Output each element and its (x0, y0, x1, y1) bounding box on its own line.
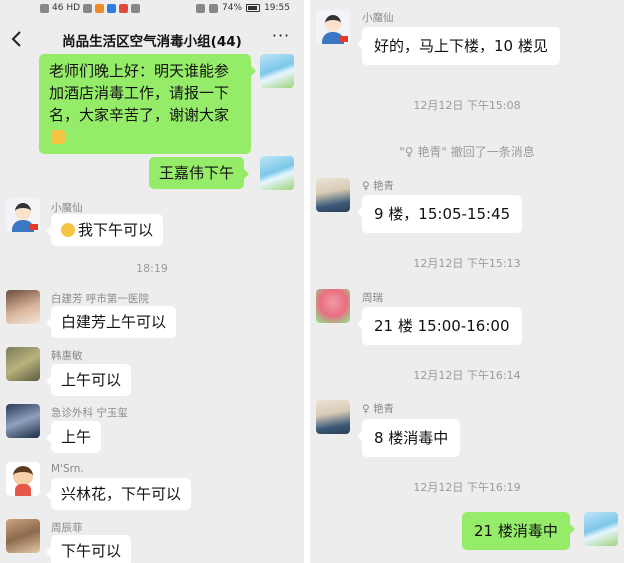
avatar-ningyuxi[interactable] (6, 404, 40, 438)
message-bubble-incoming[interactable]: 好的，马上下楼，10 楼见 (357, 27, 560, 65)
timestamp: 18:19 (136, 262, 168, 275)
avatar-self[interactable] (260, 54, 294, 88)
message-bubble-incoming[interactable]: 上午可以 (45, 364, 132, 396)
sender-name: ♀ 艳青 (362, 180, 395, 192)
avatar-zhouchenfei[interactable] (6, 519, 40, 553)
chevron-left-icon[interactable] (6, 27, 28, 51)
message-bubble-incoming[interactable]: 21 楼 15:00-16:00 (357, 307, 522, 345)
app-notification-icon (107, 3, 117, 13)
message-bubble-incoming[interactable]: 兴林花，下午可以 (45, 478, 192, 510)
message-text: 老师们晚上好：明天谁能参加酒店消毒工作，请报一下名，大家辛苦了，谢谢大家 (49, 62, 230, 124)
avatar-msrn[interactable] (6, 462, 40, 496)
message-bubble-incoming[interactable]: 8 楼消毒中 (356, 419, 461, 457)
sender-name: 韩惠敏 (51, 350, 83, 362)
clock: 19:55 (264, 3, 290, 13)
signal-icon (40, 3, 49, 13)
sender-name: 周辰菲 (51, 522, 83, 534)
message-bubble-incoming[interactable]: 上午 (45, 421, 102, 453)
more-dots-icon[interactable]: ··· (268, 26, 294, 50)
message-bubble-incoming[interactable]: 下午可以 (45, 535, 132, 563)
sender-name: M'Srn. (51, 463, 84, 475)
wifi-icon (83, 3, 93, 13)
eye-icon (196, 3, 206, 13)
message-bubble-outgoing[interactable]: 21 楼消毒中 (462, 512, 575, 550)
timestamp: 12月12日 下午16:19 (413, 481, 521, 494)
sender-name: 白建芳 呼市第一医院 (51, 293, 149, 305)
recall-notice: "♀ 艳青" 撤回了一条消息 (399, 145, 535, 159)
message-text: 我下午可以 (78, 221, 154, 239)
battery-percent: 74% (222, 3, 243, 13)
timestamp: 12月12日 下午15:13 (413, 257, 521, 270)
battery-icon (246, 4, 261, 12)
chat-header: 尚品生活区空气消毒小组(44) ··· (0, 22, 304, 56)
avatar-zhourui[interactable] (316, 289, 350, 323)
nfc-icon (209, 3, 219, 13)
message-bubble-outgoing[interactable]: 老师们晚上好：明天谁能参加酒店消毒工作，请报一下名，大家辛苦了，谢谢大家 (39, 54, 256, 154)
pray-emoji-icon (51, 130, 65, 144)
status-left-icons: 46 HD (40, 3, 141, 13)
message-bubble-incoming[interactable]: 白建芳上午可以 (45, 306, 177, 338)
avatar-xiaomoxian[interactable] (6, 198, 40, 232)
timestamp: 12月12日 下午16:14 (413, 369, 521, 382)
sender-name: 急诊外科 宁玉玺 (51, 407, 128, 419)
avatar-hanhuimin[interactable] (6, 347, 40, 381)
mail-icon (131, 3, 141, 13)
chat-title: 尚品生活区空气消毒小组(44) (62, 34, 242, 50)
avatar-yanqing[interactable] (316, 178, 350, 212)
status-right-icons: 74% 19:55 (196, 3, 290, 13)
carrier-label: 46 HD (52, 3, 81, 13)
smile-emoji-icon (61, 223, 75, 237)
message-bubble-incoming[interactable]: 我下午可以 (45, 214, 164, 246)
avatar-self[interactable] (260, 156, 294, 190)
message-bubble-outgoing[interactable]: 王嘉伟下午 (149, 157, 250, 189)
sender-name: 小魔仙 (362, 12, 394, 24)
avatar-xiaomoxian[interactable] (316, 10, 350, 44)
sender-name: 周瑞 (362, 292, 383, 304)
message-bubble-incoming[interactable]: 9 楼，15:05-15:45 (356, 195, 523, 233)
sender-name: ♀ 艳青 (362, 403, 395, 415)
app-notification-icon (119, 3, 129, 13)
avatar-self[interactable] (584, 512, 618, 546)
chat-screen-right: 小魔仙 好的，马上下楼，10 楼见 12月12日 下午15:08 "♀ 艳青" … (310, 0, 624, 563)
sender-name: 小魔仙 (51, 202, 83, 214)
status-bar: 46 HD 74% 19:55 (0, 0, 304, 18)
timestamp: 12月12日 下午15:08 (413, 99, 521, 112)
avatar-baijianfang[interactable] (6, 290, 40, 324)
app-notification-icon (95, 3, 105, 13)
avatar-yanqing[interactable] (316, 400, 350, 434)
chat-screen-left: 46 HD 74% 19:55 尚品生活区空气消毒小组(44) ··· 老师们晚… (0, 0, 304, 563)
